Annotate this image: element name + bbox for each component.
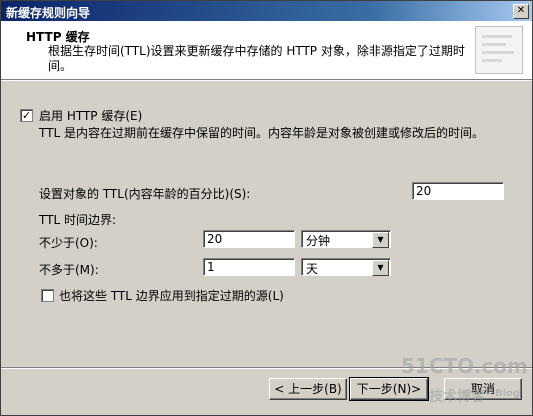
min-unit-value: 分钟 (306, 234, 331, 248)
watermark-sub: 技术博客 (429, 389, 485, 405)
min-value-input[interactable]: 20 (203, 230, 295, 248)
header-title: HTTP 缓存 (26, 30, 90, 44)
min-label: 不少于(O): (39, 236, 98, 250)
watermark-site: 51CTO.com (401, 354, 528, 378)
window-title: 新缓存规则向导 (6, 6, 91, 20)
ttl-bounds-label: TTL 时间边界: (39, 213, 116, 227)
title-bar[interactable]: 新缓存规则向导 ✕ (1, 1, 532, 21)
chevron-down-icon[interactable]: ▼ (372, 232, 389, 248)
max-value-input[interactable]: 1 (203, 258, 295, 276)
apply-bounds-label[interactable]: 也将这些 TTL 边界应用到指定过期的源(L) (59, 287, 284, 304)
chevron-down-icon[interactable]: ▼ (372, 260, 389, 276)
back-button[interactable]: < 上一步(B) (269, 378, 347, 400)
next-button[interactable]: 下一步(N)> (349, 377, 429, 401)
enable-cache-label[interactable]: 启用 HTTP 缓存(E) (39, 107, 142, 124)
close-button[interactable]: ✕ (513, 4, 529, 19)
max-label: 不多于(M): (39, 263, 99, 277)
ttl-note: TTL 是内容在过期前在缓存中保留的时间。内容年龄是对象被创建或修改后的时间。 (39, 126, 484, 140)
header-description: 根据生存时间(TTL)设置来更新缓存中存储的 HTTP 对象，除非源指定了过期时… (48, 44, 465, 73)
wizard-window: 新缓存规则向导 ✕ HTTP 缓存 根据生存时间(TTL)设置来更新缓存中存储的… (0, 0, 533, 416)
check-mark-icon: ✓ (21, 109, 32, 122)
max-unit-value: 天 (306, 262, 319, 276)
wizard-icon (475, 26, 523, 74)
ttl-percent-input[interactable]: 20 (412, 182, 504, 200)
ttl-percent-label: 设置对象的 TTL(内容年龄的百分比)(S): (39, 187, 251, 201)
apply-bounds-checkbox[interactable] (41, 289, 54, 302)
watermark-blog: Blog (495, 388, 521, 399)
min-unit-select[interactable]: 分钟 ▼ (301, 230, 391, 248)
max-unit-select[interactable]: 天 ▼ (301, 258, 391, 276)
close-icon: ✕ (516, 5, 526, 16)
enable-cache-checkbox[interactable]: ✓ (20, 109, 33, 122)
wizard-header: HTTP 缓存 根据生存时间(TTL)设置来更新缓存中存储的 HTTP 对象，除… (1, 21, 532, 80)
